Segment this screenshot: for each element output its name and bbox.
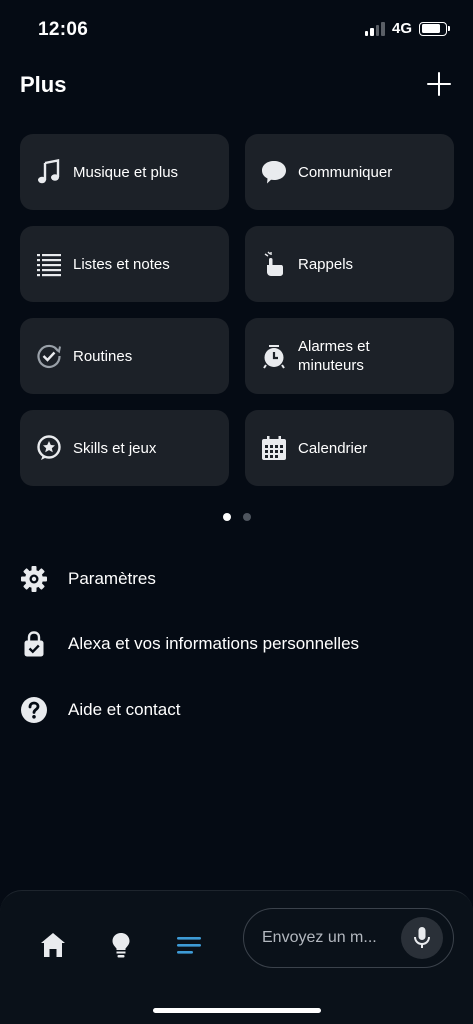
status-indicators: 4G xyxy=(364,20,450,37)
tile-communicate[interactable]: Communiquer xyxy=(245,134,454,210)
menu-item-help[interactable]: Aide et contact xyxy=(20,696,180,724)
lightbulb-icon xyxy=(112,933,130,958)
menu-label: Alexa et vos informations personnelles xyxy=(68,634,360,653)
battery-icon xyxy=(419,21,450,36)
message-placeholder: Envoyez un m... xyxy=(262,929,377,946)
network-type: 4G xyxy=(391,20,412,37)
nav-more[interactable] xyxy=(165,921,213,969)
home-indicator[interactable] xyxy=(153,1008,321,1013)
list-icon xyxy=(36,251,62,277)
message-input[interactable]: Envoyez un m... xyxy=(243,908,454,968)
page-dot-2[interactable] xyxy=(242,513,251,521)
tile-calendar[interactable]: Calendrier xyxy=(245,410,454,486)
more-lines-icon xyxy=(177,937,201,954)
tile-label: Communiquer xyxy=(298,163,393,181)
music-note-icon xyxy=(36,159,62,185)
tile-reminders[interactable]: Rappels xyxy=(245,226,454,302)
tile-music[interactable]: Musique et plus xyxy=(20,134,229,210)
calendar-icon xyxy=(261,435,287,461)
tile-lists[interactable]: Listes et notes xyxy=(20,226,229,302)
signal-strength-icon xyxy=(364,21,385,36)
microphone-icon xyxy=(414,927,430,948)
tile-label: Routines xyxy=(73,347,133,365)
page-indicator xyxy=(0,513,473,521)
mic-button[interactable] xyxy=(401,917,443,959)
tile-label: Listes et notes xyxy=(73,255,170,273)
help-icon xyxy=(20,696,48,724)
bottom-navigation: Envoyez un m... xyxy=(0,890,473,1024)
tile-label: Skills et jeux xyxy=(73,439,157,457)
menu-item-privacy[interactable]: Alexa et vos informations personnelles xyxy=(20,630,359,658)
battery-level xyxy=(421,24,440,33)
plus-icon[interactable] xyxy=(425,70,453,98)
privacy-lock-icon xyxy=(20,630,48,658)
menu-label: Paramètres xyxy=(68,569,156,588)
routine-check-icon xyxy=(36,343,62,369)
tile-label: Musique et plus xyxy=(73,163,179,181)
alexa-more-screen: 12:06 4G Plus Musique et plus Communique… xyxy=(0,0,473,1024)
page-title: Plus xyxy=(20,72,67,97)
status-time: 12:06 xyxy=(38,19,89,40)
home-icon xyxy=(41,933,65,957)
skills-star-icon xyxy=(36,435,62,461)
feature-tiles-grid: Musique et plus Communiquer Listes et no… xyxy=(20,134,454,486)
tile-label: Alarmes et minuteurs xyxy=(298,338,370,374)
speech-bubble-icon xyxy=(261,159,287,185)
gear-icon xyxy=(20,565,48,593)
tile-alarms[interactable]: Alarmes et minuteurs xyxy=(245,318,454,394)
alarm-clock-icon xyxy=(261,343,287,369)
tile-skills[interactable]: Skills et jeux xyxy=(20,410,229,486)
tile-label: Calendrier xyxy=(298,439,368,457)
status-bar: 12:06 4G xyxy=(0,0,473,60)
nav-home[interactable] xyxy=(29,921,77,969)
reminder-hand-icon xyxy=(261,251,287,277)
menu-item-settings[interactable]: Paramètres xyxy=(20,565,156,593)
menu-label: Aide et contact xyxy=(68,700,181,719)
tile-label: Rappels xyxy=(298,255,354,273)
tile-routines[interactable]: Routines xyxy=(20,318,229,394)
nav-devices[interactable] xyxy=(97,921,145,969)
page-dot-1[interactable] xyxy=(222,513,231,521)
